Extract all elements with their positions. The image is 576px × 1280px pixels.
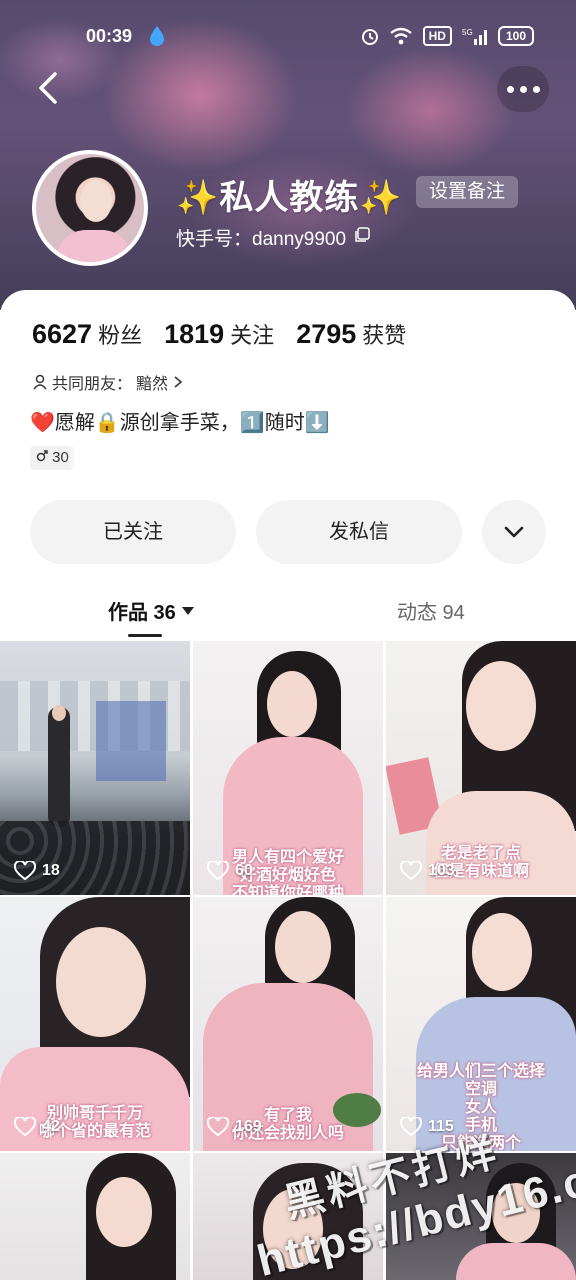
dot-icon bbox=[519, 85, 527, 93]
signal-icon: 5G bbox=[462, 28, 487, 45]
status-time: 00:39 bbox=[86, 26, 133, 46]
profile-name: ✨私人教练✨ bbox=[176, 179, 403, 217]
dot-icon bbox=[506, 85, 514, 93]
like-count: 60 bbox=[207, 861, 253, 881]
heart-icon bbox=[207, 861, 229, 881]
heart-icon bbox=[400, 1117, 422, 1137]
chevron-right-icon bbox=[174, 376, 183, 388]
heart-icon bbox=[400, 861, 422, 881]
mutual-friends[interactable]: 共同朋友： 黯然 bbox=[32, 370, 184, 394]
profile-bio: ❤️愿解🔒源创拿手菜，1️⃣随时⬇️ bbox=[30, 412, 330, 434]
stat-label: 获赞 bbox=[362, 323, 407, 348]
tab-indicator bbox=[128, 634, 162, 637]
send-message-button[interactable]: 发私信 bbox=[256, 500, 462, 564]
gender-icon bbox=[36, 450, 48, 462]
tab-works[interactable]: 作品 36 bbox=[108, 596, 194, 625]
caret-down-icon bbox=[181, 606, 194, 615]
wifi-icon bbox=[389, 27, 412, 45]
avatar[interactable] bbox=[32, 150, 148, 266]
avatar-shirt bbox=[56, 230, 132, 262]
water-drop-icon bbox=[150, 26, 164, 46]
like-count-value: 42 bbox=[42, 1118, 60, 1135]
heart-icon bbox=[14, 861, 36, 881]
followed-button[interactable]: 已关注 bbox=[30, 500, 236, 564]
caption-line: 给男人们三个选择 bbox=[416, 1063, 545, 1080]
caption-line: 不知道你好哪种 bbox=[231, 885, 344, 895]
stat-likes[interactable]: 2795 获赞 bbox=[296, 318, 406, 350]
video-tile[interactable]: 18 bbox=[0, 641, 190, 895]
age-label: 30 bbox=[52, 449, 69, 466]
battery-indicator: 100 bbox=[497, 26, 534, 46]
heart-icon bbox=[207, 1117, 229, 1137]
video-tile[interactable]: 有了我 你还会找别人吗 169 bbox=[193, 897, 383, 1151]
video-tile[interactable]: 老是老了点 但是有味道啊 103 bbox=[386, 641, 576, 895]
stat-number: 2795 bbox=[296, 319, 357, 349]
stat-number: 6627 bbox=[32, 319, 93, 349]
more-options-button[interactable] bbox=[497, 66, 549, 112]
mutual-friends-label: 共同朋友： bbox=[52, 376, 133, 393]
avatar-face bbox=[80, 180, 112, 222]
status-indicators: HD 5G 100 bbox=[361, 26, 534, 46]
back-arrow-icon[interactable] bbox=[30, 68, 70, 108]
chevron-down-icon bbox=[504, 526, 524, 538]
alarm-icon bbox=[361, 29, 378, 45]
like-count: 18 bbox=[14, 861, 60, 881]
copy-icon[interactable] bbox=[354, 227, 370, 243]
hd-indicator: HD bbox=[422, 26, 452, 46]
like-count: 169 bbox=[207, 1117, 262, 1137]
video-tile[interactable]: 别帅哥千千万 哪个省的最有范 42 bbox=[0, 897, 190, 1151]
video-tile[interactable]: 男人有四个爱好 好酒好烟好色 不知道你好哪种 60 bbox=[193, 641, 383, 895]
set-remark-button[interactable]: 设置备注 bbox=[416, 176, 518, 208]
stat-number: 1819 bbox=[164, 319, 225, 349]
like-count: 103 bbox=[400, 861, 455, 881]
like-count-value: 169 bbox=[235, 1118, 262, 1135]
video-tile[interactable] bbox=[0, 1153, 190, 1280]
stat-followers[interactable]: 6627 粉丝 bbox=[32, 318, 142, 350]
like-count-value: 18 bbox=[42, 862, 60, 879]
stat-following[interactable]: 1819 关注 bbox=[164, 318, 274, 350]
mutual-friend-name: 黯然 bbox=[136, 376, 169, 393]
caption-line: 空调 bbox=[464, 1081, 497, 1098]
status-bar: 00:39 HD 5G 100 bbox=[0, 20, 576, 54]
network-label: 5G bbox=[462, 28, 473, 37]
like-count: 42 bbox=[14, 1117, 60, 1137]
person-icon bbox=[33, 374, 47, 390]
user-id: 快手号：danny9900 bbox=[176, 229, 347, 250]
heart-icon bbox=[14, 1117, 36, 1137]
tab-works-label: 作品 36 bbox=[108, 602, 176, 624]
profile-stats: 6627 粉丝 1819 关注 2795 获赞 bbox=[32, 318, 406, 350]
dot-icon bbox=[532, 85, 540, 93]
like-count-value: 103 bbox=[428, 862, 455, 879]
stat-label: 粉丝 bbox=[98, 323, 143, 348]
expand-button[interactable] bbox=[482, 500, 546, 564]
like-count-value: 60 bbox=[235, 862, 253, 879]
stat-label: 关注 bbox=[230, 323, 275, 348]
profile-tag[interactable]: 30 bbox=[30, 446, 75, 470]
tab-dynamics[interactable]: 动态 94 bbox=[397, 596, 465, 625]
